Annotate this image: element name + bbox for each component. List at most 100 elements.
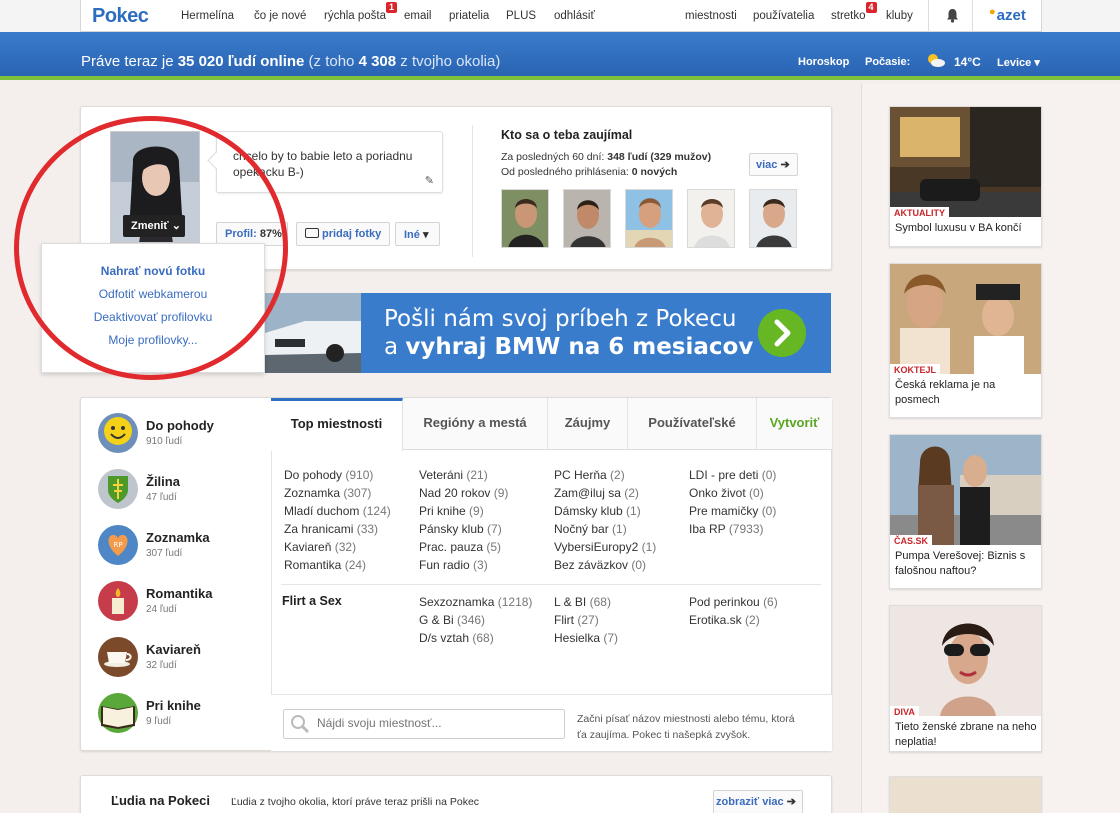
nav-email[interactable]: email [404, 10, 431, 22]
room-link-name: Zam@iluj sa [554, 486, 621, 500]
room-link[interactable]: Fun radio (3) [419, 556, 549, 574]
change-photo-button[interactable]: Zmeniť ⌄ [123, 215, 185, 237]
room-link[interactable]: Za hranicami (33) [284, 520, 414, 538]
nav-kluby[interactable]: kluby [886, 10, 913, 22]
visitor-avatar[interactable] [563, 189, 611, 248]
room-link[interactable]: Do pohody (910) [284, 466, 414, 484]
news-item[interactable]: AKTUALITY Symbol luxusu v BA končí [889, 106, 1042, 247]
status-bubble[interactable]: chcelo by to babie leto a poriadnu opeka… [216, 131, 443, 193]
room-link[interactable]: Sexzoznamka (1218) [419, 593, 549, 611]
deactivate-photo-item[interactable]: Deaktivovať profilovku [42, 310, 264, 324]
webcam-photo-item[interactable]: Odfotiť webkamerou [42, 287, 264, 301]
visitor-photo [626, 190, 672, 247]
tab-pouzivatelske[interactable]: Používateľské [628, 398, 757, 450]
room-link[interactable]: VybersiEuropy2 (1) [554, 538, 684, 556]
room-link[interactable]: Pod perinkou (6) [689, 593, 819, 611]
tab-zaujmy[interactable]: Záujmy [548, 398, 628, 450]
room-link[interactable]: Flirt (27) [554, 611, 684, 629]
tab-vytvorit[interactable]: Vytvoriť [757, 398, 832, 450]
other-menu-button[interactable]: Iné ▾ [395, 222, 440, 246]
news-item[interactable]: ČAS.SK Pumpa Verešovej: Biznis s falošno… [889, 434, 1042, 589]
room-link[interactable]: LDI - pre deti (0) [689, 466, 819, 484]
room-link[interactable]: L & BI (68) [554, 593, 684, 611]
room-link[interactable]: Veteráni (21) [419, 466, 549, 484]
room-link[interactable]: Zam@iluj sa (2) [554, 484, 684, 502]
room-link[interactable]: G & Bi (346) [419, 611, 549, 629]
bmw-promo-banner[interactable]: Pošli nám svoj príbeh z Pokecu a vyhraj … [265, 293, 831, 373]
room-search-bar: Začni písať názov miestnosti alebo tému,… [271, 694, 832, 751]
tab-regiony[interactable]: Regióny a mestá [403, 398, 548, 450]
notifications-bell-icon[interactable] [946, 8, 959, 23]
nav-hermelina[interactable]: Hermelína [181, 10, 234, 22]
room-link[interactable]: Pre mamičky (0) [689, 502, 819, 520]
room-link[interactable]: Romantika (24) [284, 556, 414, 574]
room-name: Pri knihe [146, 698, 201, 713]
news-photo [890, 606, 1041, 716]
show-more-button[interactable]: zobraziť viac ➔ [713, 790, 803, 813]
news-category-tag: AKTUALITY [890, 207, 949, 218]
nav-plus[interactable]: PLUS [506, 10, 536, 22]
room-link[interactable]: Erotika.sk (2) [689, 611, 819, 629]
room-link[interactable]: PC Herňa (2) [554, 466, 684, 484]
visitor-avatar[interactable] [501, 189, 549, 248]
room-link[interactable]: Onko život (0) [689, 484, 819, 502]
room-link[interactable]: Iba RP (7933) [689, 520, 819, 538]
nav-rychla-posta[interactable]: rýchla pošta 1 [324, 2, 398, 22]
visitor-avatar[interactable] [687, 189, 735, 248]
candle-icon [98, 581, 138, 621]
azet-brand-link[interactable]: ●azet [989, 6, 1026, 24]
room-search-box[interactable] [283, 709, 565, 739]
temperature: 14°C [954, 55, 981, 69]
room-link[interactable]: Zoznamka (307) [284, 484, 414, 502]
nav-rychla-posta-label: rýchla pošta [324, 10, 387, 22]
room-link-name: Pod perinkou [689, 595, 760, 609]
search-hint: Začni písať názov miestnosti alebo tému,… [577, 713, 795, 741]
my-photos-item[interactable]: Moje profilovky... [42, 333, 264, 347]
room-link[interactable]: Bez záväzkov (0) [554, 556, 684, 574]
horoskop-link[interactable]: Horoskop [798, 56, 849, 68]
online-mid: (z toho [304, 53, 359, 70]
visitor-photo [502, 190, 548, 247]
room-link[interactable]: Nad 20 rokov (9) [419, 484, 549, 502]
nav-stretko[interactable]: stretko 4 [831, 2, 877, 22]
nav-divider [928, 0, 929, 32]
edit-pencil-icon[interactable]: ✎ [425, 174, 434, 187]
visitor-avatar[interactable] [749, 189, 797, 248]
room-link-count: (124) [362, 504, 391, 518]
nav-pouzivatelia[interactable]: používatelia [753, 10, 814, 22]
room-link-name: Fun radio [419, 558, 470, 572]
room-link[interactable]: Dámsky klub (1) [554, 502, 684, 520]
room-link[interactable]: Prac. pauza (5) [419, 538, 549, 556]
pokec-logo[interactable]: Pokec [92, 5, 149, 28]
search-icon [291, 715, 310, 734]
room-link[interactable]: Hesielka (7) [554, 629, 684, 647]
news-photo [890, 264, 1041, 374]
news-image [890, 435, 1041, 545]
nav-priatelia[interactable]: priatelia [449, 10, 489, 22]
nav-co-je-nove[interactable]: čo je nové [254, 10, 306, 22]
room-link[interactable]: D/s vztah (68) [419, 629, 549, 647]
tab-top-miestnosti[interactable]: Top miestnosti [271, 398, 403, 451]
room-link[interactable]: Pri knihe (9) [419, 502, 549, 520]
flirt-section-title: Flirt a Sex [282, 594, 342, 608]
news-item-partial[interactable] [889, 776, 1042, 813]
add-photos-button[interactable]: pridaj fotky [296, 222, 390, 246]
visitors-more-button[interactable]: viac ➔ [749, 153, 798, 176]
room-link[interactable]: Kaviareň (32) [284, 538, 414, 556]
news-item[interactable]: KOKTEJL Česká reklama je na posmech [889, 263, 1042, 418]
room-link-name: Romantika [284, 558, 342, 572]
room-link-count: (1) [626, 504, 641, 518]
visitor-avatar[interactable] [625, 189, 673, 248]
chevron-right-icon[interactable] [758, 309, 806, 357]
news-item[interactable]: DIVA Tieto ženské zbrane na neho neplati… [889, 605, 1042, 752]
room-link[interactable]: Mladí duchom (124) [284, 502, 414, 520]
upload-new-photo-item[interactable]: Nahrať novú fotku [42, 264, 264, 278]
room-link-count: (910) [345, 468, 374, 482]
local-count: 4 308 [358, 53, 397, 70]
room-link[interactable]: Nočný bar (1) [554, 520, 684, 538]
room-search-input[interactable] [317, 716, 557, 730]
room-link[interactable]: Pánsky klub (7) [419, 520, 549, 538]
nav-miestnosti[interactable]: miestnosti [685, 10, 737, 22]
nav-odhlasit[interactable]: odhlásiť [554, 10, 595, 22]
city-selector[interactable]: Levice ▾ [997, 56, 1040, 69]
